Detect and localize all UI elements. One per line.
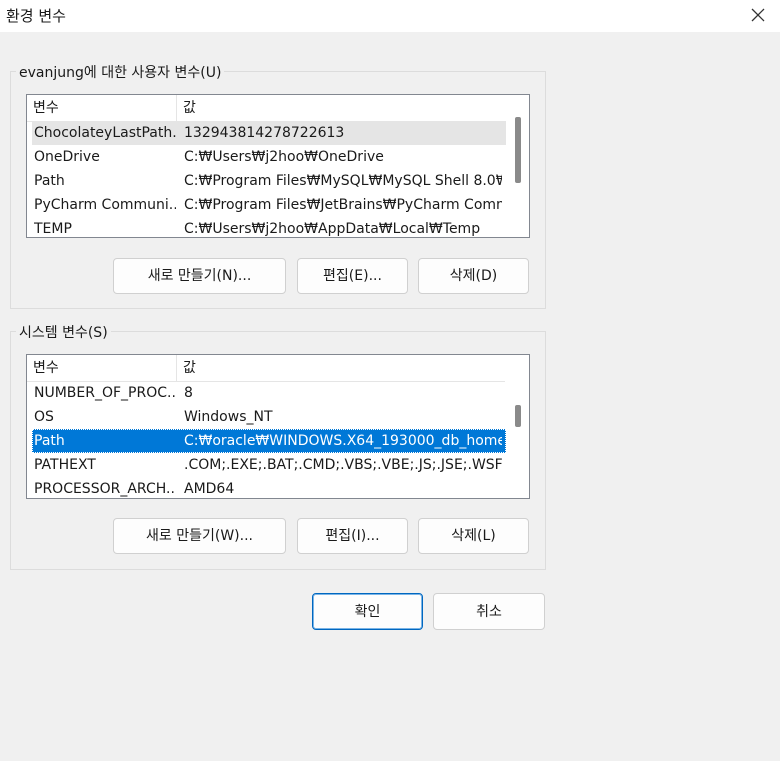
list-header: 변수 값 <box>27 355 505 382</box>
variable-name: NUMBER_OF_PROC... <box>34 385 176 401</box>
variable-name: ChocolateyLastPath... <box>34 125 176 141</box>
cancel-button[interactable]: 취소 <box>433 593 545 630</box>
variable-name: OneDrive <box>34 149 100 165</box>
table-row[interactable]: Path C:₩Program Files₩MySQL₩MySQL Shell … <box>32 169 506 193</box>
variable-name: Path <box>34 173 65 189</box>
scrollbar-thumb[interactable] <box>515 405 521 427</box>
variable-value: C:₩Program Files₩MySQL₩MySQL Shell 8.0₩.… <box>184 173 502 189</box>
column-header-value[interactable]: 값 <box>177 95 505 121</box>
scrollbar-thumb[interactable] <box>515 117 521 183</box>
close-icon[interactable] <box>746 3 770 27</box>
variable-value: C:₩Users₩j2hoo₩AppData₩Local₩Temp <box>184 221 481 237</box>
vertical-scrollbar[interactable] <box>507 95 529 237</box>
table-row[interactable]: NUMBER_OF_PROC... 8 <box>32 381 506 405</box>
variable-value: 8 <box>184 385 193 401</box>
variable-name: OS <box>34 409 54 425</box>
user-variables-label: evanjung에 대한 사용자 변수(U) <box>16 62 225 82</box>
variable-value: C:₩Program Files₩JetBrains₩PyCharm Comm.… <box>184 197 502 213</box>
variable-value: 132943814278722613 <box>184 125 345 141</box>
variable-value: C:₩oracle₩WINDOWS.X64_193000_db_home... <box>184 433 502 449</box>
variable-name: PATHEXT <box>34 457 96 473</box>
column-header-variable[interactable]: 변수 <box>27 95 177 121</box>
system-variables-label: 시스템 변수(S) <box>16 322 111 342</box>
table-row[interactable]: OneDrive C:₩Users₩j2hoo₩OneDrive <box>32 145 506 169</box>
list-header: 변수 값 <box>27 95 505 122</box>
table-row[interactable]: ChocolateyLastPath... 132943814278722613 <box>32 121 506 145</box>
system-new-button[interactable]: 새로 만들기(W)... <box>113 518 286 554</box>
user-variables-list[interactable]: 변수 값 ChocolateyLastPath... 1329438142787… <box>26 94 530 238</box>
variable-name: PyCharm Communi... <box>34 197 176 213</box>
system-delete-button[interactable]: 삭제(L) <box>418 518 529 554</box>
table-row-selected[interactable]: Path C:₩oracle₩WINDOWS.X64_193000_db_hom… <box>32 429 506 453</box>
variable-value: .COM;.EXE;.BAT;.CMD;.VBS;.VBE;.JS;.JSE;.… <box>184 457 502 473</box>
ok-button[interactable]: 확인 <box>312 593 423 630</box>
variable-value: AMD64 <box>184 481 235 497</box>
table-row[interactable]: PATHEXT .COM;.EXE;.BAT;.CMD;.VBS;.VBE;.J… <box>32 453 506 477</box>
variable-name: Path <box>34 433 65 449</box>
user-new-button[interactable]: 새로 만들기(N)... <box>113 258 286 294</box>
table-row[interactable]: PROCESSOR_ARCH... AMD64 <box>32 477 506 498</box>
variable-name: PROCESSOR_ARCH... <box>34 481 176 497</box>
vertical-scrollbar[interactable] <box>507 355 529 498</box>
user-delete-button[interactable]: 삭제(D) <box>418 258 529 294</box>
column-header-value[interactable]: 값 <box>177 355 505 381</box>
system-edit-button[interactable]: 편집(I)... <box>297 518 408 554</box>
table-row[interactable]: OS Windows_NT <box>32 405 506 429</box>
column-header-variable[interactable]: 변수 <box>27 355 177 381</box>
variable-name: TEMP <box>34 221 72 237</box>
table-row[interactable]: TEMP C:₩Users₩j2hoo₩AppData₩Local₩Temp <box>32 217 506 237</box>
variable-value: C:₩Users₩j2hoo₩OneDrive <box>184 149 384 165</box>
title-bar: 환경 변수 <box>0 0 780 32</box>
system-variables-list[interactable]: 변수 값 NUMBER_OF_PROC... 8 OS Windows_NT P… <box>26 354 530 499</box>
window-title: 환경 변수 <box>6 7 66 25</box>
user-edit-button[interactable]: 편집(E)... <box>297 258 408 294</box>
table-row[interactable]: PyCharm Communi... C:₩Program Files₩JetB… <box>32 193 506 217</box>
variable-value: Windows_NT <box>184 409 273 425</box>
